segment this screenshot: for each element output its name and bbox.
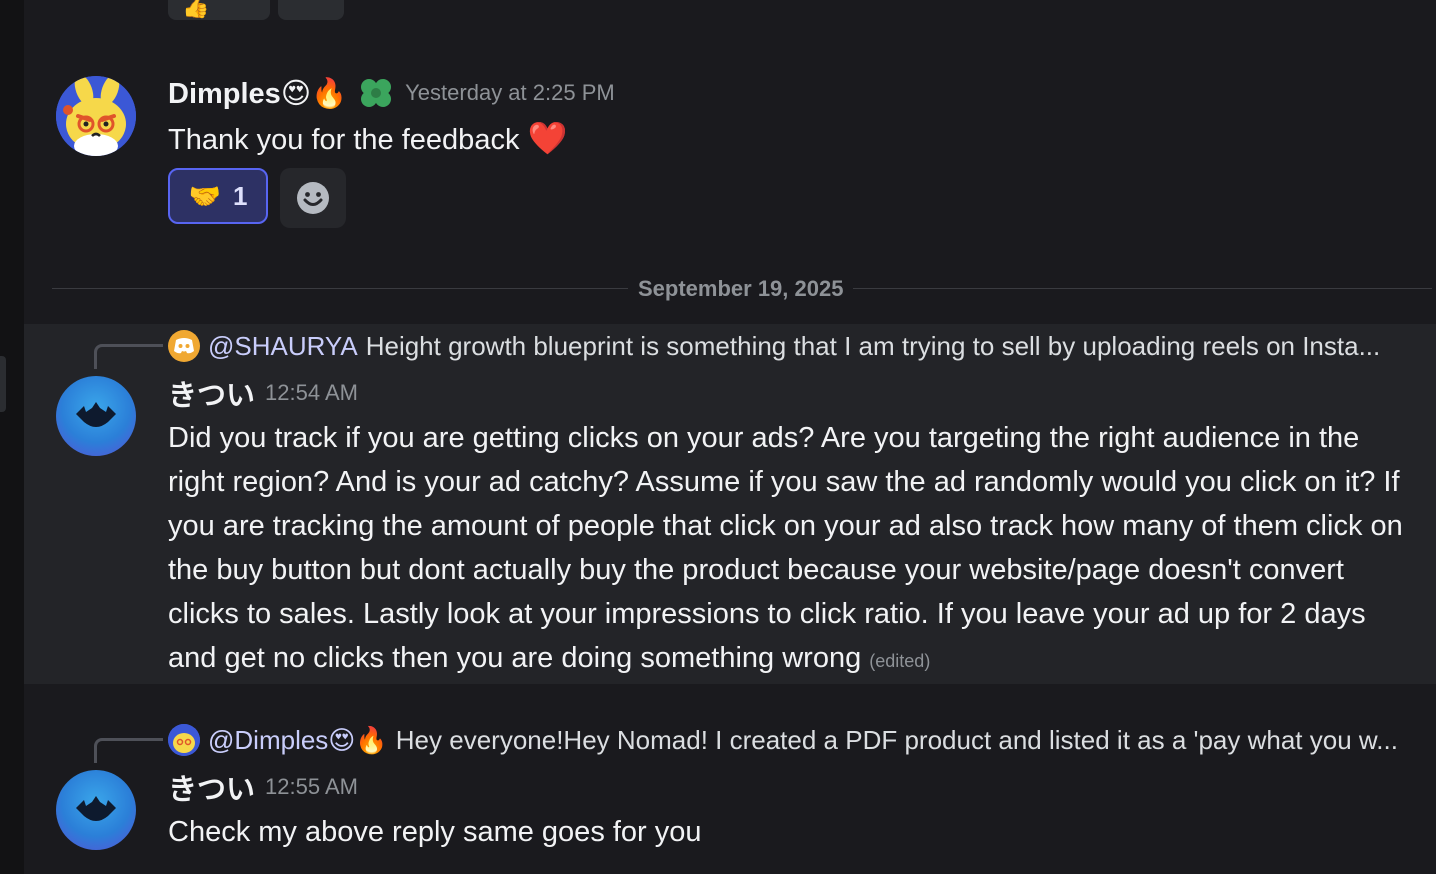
heart-icon: ❤️ — [527, 120, 568, 156]
edited-label: (edited) — [869, 651, 931, 671]
reply-text: Height growth blueprint is something tha… — [365, 330, 1381, 361]
username[interactable]: Dimples😍🔥 — [168, 76, 347, 111]
reply-connector — [94, 738, 163, 763]
previous-message-reactions: 👍 — [168, 0, 344, 20]
server-rail — [0, 0, 24, 874]
avatar[interactable] — [56, 76, 136, 156]
reply-connector — [94, 344, 163, 369]
bat-avatar-icon — [76, 796, 116, 821]
handshake-icon: 🤝 — [188, 180, 221, 211]
reaction-count: 1 — [232, 180, 248, 211]
reply-preview[interactable]: @SHAURYA Height growth blueprint is some… — [168, 330, 1418, 362]
previous-add-reaction-button[interactable] — [278, 0, 344, 20]
message-text: Thank you for the feedback — [168, 124, 520, 156]
add-reaction-button[interactable] — [280, 168, 346, 228]
username[interactable]: きつい — [168, 766, 255, 808]
message-content: Thank you for the feedback ❤️ — [168, 116, 1418, 162]
username[interactable]: きつい — [168, 372, 255, 414]
message-content: Did you track if you are getting clicks … — [168, 416, 1418, 683]
discord-logo-icon — [168, 330, 200, 362]
dimples-avatar-icon — [56, 76, 136, 156]
previous-reaction[interactable]: 👍 — [168, 0, 270, 20]
reply-mention[interactable]: @Dimples😍🔥 — [208, 725, 388, 756]
message-header: きつい 12:54 AM — [168, 372, 358, 414]
bat-avatar-icon — [76, 402, 116, 427]
avatar[interactable] — [56, 770, 136, 850]
reply-preview[interactable]: @Dimples😍🔥 Hey everyone!Hey Nomad! I cre… — [168, 724, 1418, 756]
message-header: きつい 12:55 AM — [168, 766, 358, 808]
dimples-avatar-icon — [168, 724, 200, 756]
clover-badge-icon[interactable] — [357, 74, 395, 112]
previous-reaction-emoji: 👍 — [182, 0, 210, 19]
avatar[interactable] — [56, 376, 136, 456]
message-list: 👍 Dimples😍🔥 Yesterday at 2:25 PM Thank y… — [24, 0, 1436, 874]
message-text: Did you track if you are getting clicks … — [168, 422, 1403, 674]
reply-text: Hey everyone!Hey Nomad! I created a PDF … — [395, 724, 1398, 755]
message-content: Check my above reply same goes for you — [168, 810, 1418, 854]
smiley-icon — [297, 182, 329, 214]
timestamp: 12:55 AM — [265, 774, 358, 799]
rail-selection-pill — [0, 356, 6, 412]
reaction-handshake[interactable]: 🤝 1 — [168, 168, 268, 224]
reply-mention[interactable]: @SHAURYA — [208, 331, 358, 362]
message-text: Check my above reply same goes for you — [168, 816, 702, 848]
timestamp: Yesterday at 2:25 PM — [405, 80, 615, 105]
date-divider-label: September 19, 2025 — [628, 276, 854, 302]
message-header: Dimples😍🔥 Yesterday at 2:25 PM — [168, 74, 615, 112]
timestamp: 12:54 AM — [265, 380, 358, 405]
